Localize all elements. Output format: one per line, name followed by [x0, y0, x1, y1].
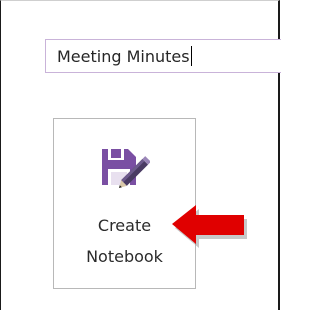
new-notebook-pane: Meeting Minutes Create Notebook [0, 0, 281, 310]
notebook-label: Notebook [86, 247, 163, 266]
red-arrow-left-icon [172, 205, 247, 248]
text-caret [190, 46, 192, 66]
notebook-name-input[interactable]: Meeting Minutes [45, 39, 281, 73]
notebook-save-icon [102, 149, 150, 188]
notebook-name-value: Meeting Minutes [57, 46, 190, 66]
